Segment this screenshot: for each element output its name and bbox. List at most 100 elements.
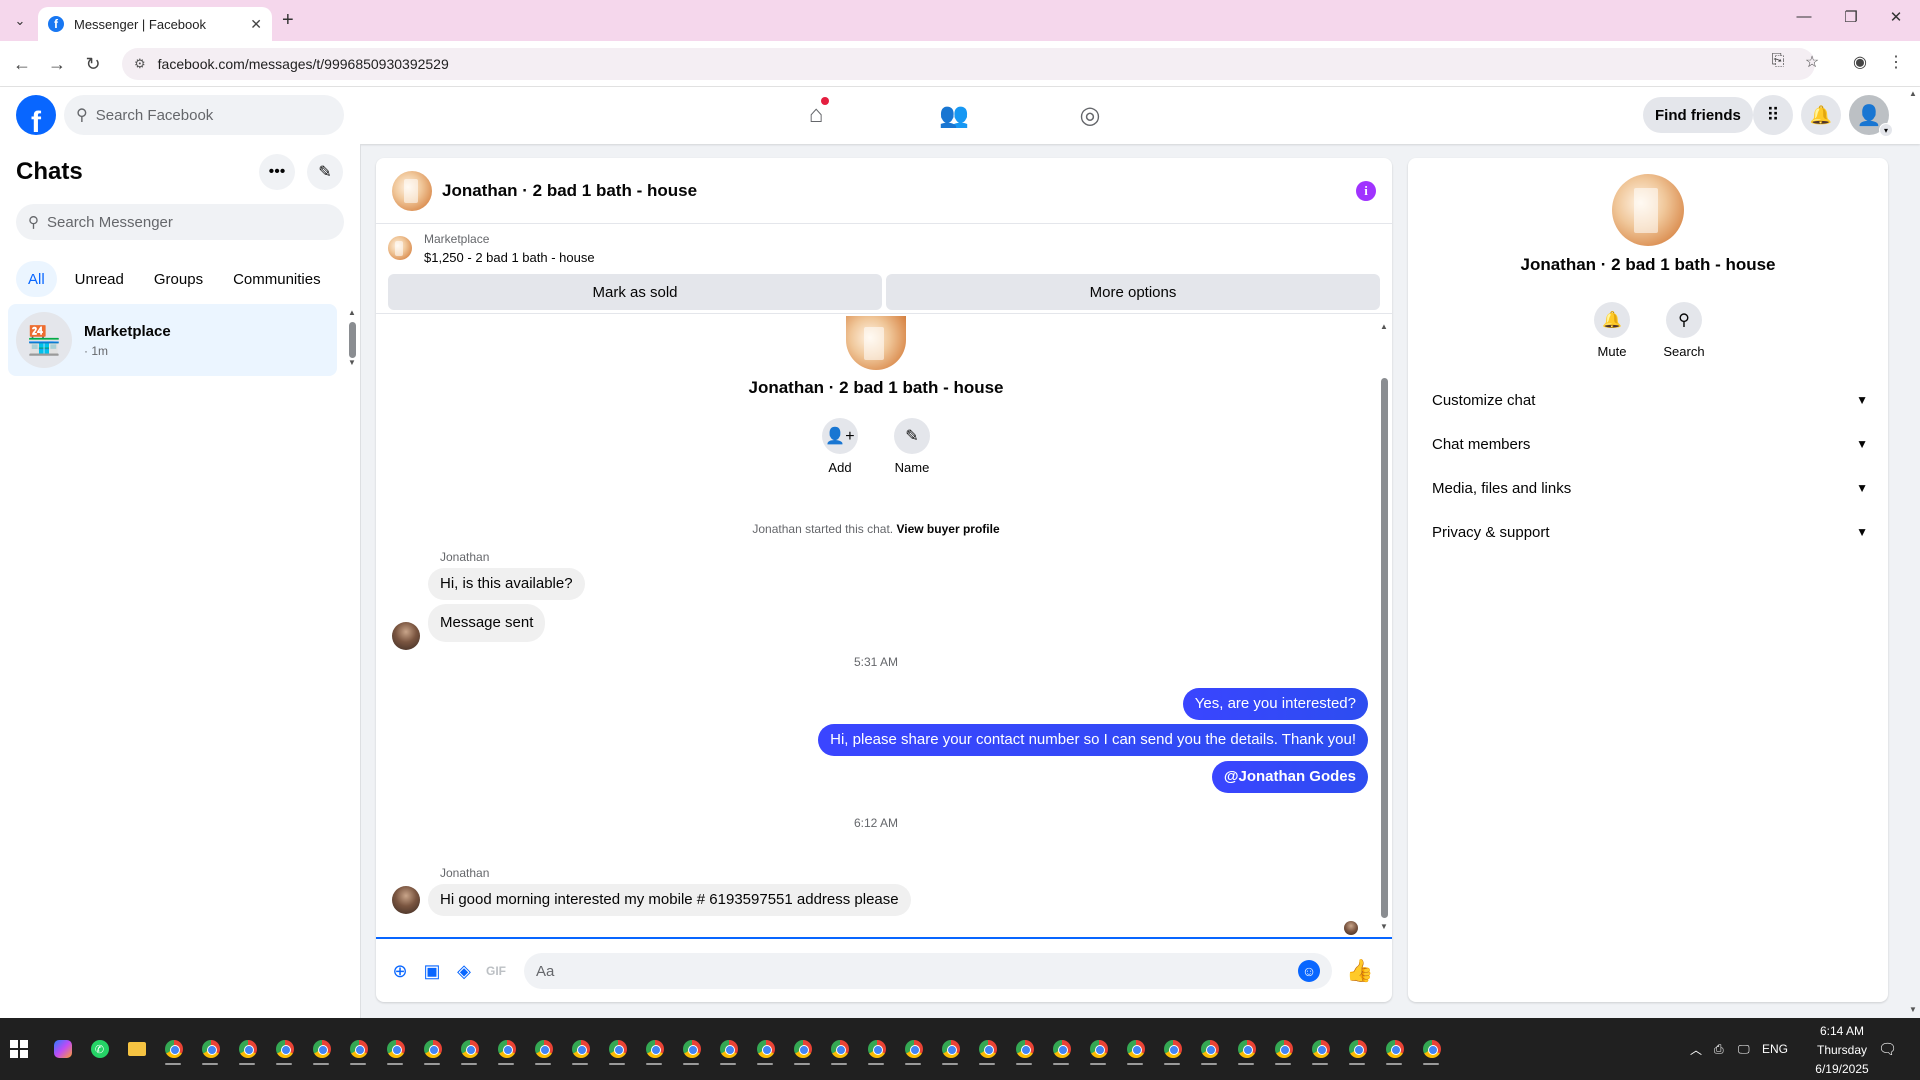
section-media-files-links[interactable]: Media, files and links ▼ [1416,466,1880,510]
chrome-icon[interactable] [451,1031,488,1067]
mute-button[interactable]: 🔔 Mute [1582,302,1642,359]
incoming-message[interactable]: Hi good morning interested my mobile # 6… [428,884,911,916]
outgoing-mention-message[interactable]: @Jonathan Godes [1211,761,1368,793]
facebook-search-input[interactable] [95,106,316,124]
page-scrollbar[interactable]: ▲ ▼ [1906,87,1920,1018]
nav-home[interactable]: ⌂ [760,91,872,139]
chrome-icon[interactable] [414,1031,451,1067]
chrome-icon[interactable] [1191,1031,1228,1067]
nav-groups[interactable]: ◎ [1034,91,1146,139]
facebook-logo-icon[interactable]: f [16,95,56,135]
chrome-icon[interactable] [1154,1031,1191,1067]
chrome-icon[interactable] [673,1031,710,1067]
chrome-icon[interactable] [303,1031,340,1067]
outgoing-message[interactable]: Yes, are you interested? [1182,688,1368,720]
account-avatar[interactable]: 👤 ▾ [1849,95,1893,137]
info-avatar[interactable] [1612,174,1684,246]
chrome-icon[interactable] [784,1031,821,1067]
outgoing-message[interactable]: Hi, please share your contact number so … [818,724,1368,756]
chrome-icon[interactable] [562,1031,599,1067]
chrome-icon[interactable] [821,1031,858,1067]
chrome-icon[interactable] [155,1031,192,1067]
back-icon[interactable]: ← [10,52,34,76]
browser-menu-icon[interactable]: ⋮ [1884,52,1908,72]
chrome-icon[interactable] [266,1031,303,1067]
network-icon[interactable]: 🖵 [1738,1018,1750,1080]
chrome-icon[interactable] [747,1031,784,1067]
listing-title[interactable]: $1,250 - 2 bad 1 bath - house [424,250,595,265]
profile-icon[interactable]: ◉ [1848,52,1872,72]
filter-communities[interactable]: Communities [221,261,333,297]
chrome-icon[interactable] [1413,1031,1450,1067]
chrome-icon[interactable] [1080,1031,1117,1067]
name-chat-button[interactable]: ✎ Name [882,418,942,475]
scroll-down-icon[interactable]: ▼ [1380,922,1388,931]
tab-search-chevron-icon[interactable]: ⌄ [8,10,32,32]
chrome-icon[interactable] [599,1031,636,1067]
chrome-icon[interactable] [1339,1031,1376,1067]
gif-icon[interactable]: GIF [480,955,512,987]
plus-icon[interactable]: ⊕ [384,955,416,987]
chrome-icon[interactable] [636,1031,673,1067]
thread-scrollbar[interactable]: ▲ ▼ [1378,322,1390,932]
windows-start-icon[interactable] [10,1040,28,1058]
sticker-icon[interactable]: ◈ [448,955,480,987]
more-options-button[interactable]: More options [886,274,1380,310]
conversation-avatar[interactable] [392,170,432,211]
restore-icon[interactable]: ❐ [1836,8,1866,26]
mark-as-sold-button[interactable]: Mark as sold [388,274,882,310]
message-input[interactable] [536,962,1298,980]
reload-icon[interactable]: ↻ [81,52,105,76]
new-message-icon[interactable]: ✎ [307,154,343,190]
scroll-down-icon[interactable]: ▼ [1909,1005,1917,1014]
section-privacy-support[interactable]: Privacy & support ▼ [1416,510,1880,554]
meet-now-icon[interactable]: ⎙ [1714,1018,1724,1080]
chrome-icon[interactable] [1117,1031,1154,1067]
filter-all[interactable]: All [16,261,57,297]
chrome-icon[interactable] [858,1031,895,1067]
chrome-icon[interactable] [525,1031,562,1067]
show-hidden-icons-icon[interactable]: ︿ [1690,1018,1702,1080]
messenger-search-input[interactable] [47,213,327,231]
thumbs-up-icon[interactable]: 👍 [1346,958,1373,984]
new-tab-icon[interactable]: + [282,10,294,30]
photo-icon[interactable]: ▣ [416,955,448,987]
browser-tab[interactable]: f Messenger | Facebook ✕ [38,7,272,41]
sender-avatar[interactable] [392,622,420,650]
window-close-icon[interactable]: ✕ [1881,8,1911,26]
nav-friends[interactable]: 👥 [898,91,1010,139]
view-buyer-profile-link[interactable]: View buyer profile [896,522,999,536]
file-explorer-icon[interactable] [118,1031,155,1067]
chrome-icon[interactable] [895,1031,932,1067]
info-icon[interactable]: i [1356,181,1376,201]
taskbar-clock[interactable]: 6:14 AM Thursday 6/19/2025 [1800,1022,1884,1079]
chat-options-icon[interactable]: ••• [259,154,295,190]
message-input-box[interactable]: ☺ [524,953,1332,989]
scroll-up-icon[interactable]: ▲ [348,308,356,317]
incoming-message[interactable]: Message sent [428,604,546,642]
chat-list-scrollbar[interactable]: ▲ ▼ [347,308,357,368]
sender-avatar[interactable] [392,886,420,914]
tab-close-icon[interactable]: ✕ [250,16,262,33]
chrome-icon[interactable] [192,1031,229,1067]
chrome-icon[interactable] [969,1031,1006,1067]
bookmark-star-icon[interactable]: ☆ [1800,52,1824,72]
find-friends-button[interactable]: Find friends [1643,97,1753,133]
site-info-icon[interactable]: ⚙ [134,56,146,72]
filter-unread[interactable]: Unread [63,261,136,297]
forward-icon[interactable]: → [45,52,69,76]
scroll-up-icon[interactable]: ▲ [1380,322,1388,331]
emoji-icon[interactable]: ☺ [1298,960,1320,982]
notifications-bell-icon[interactable]: 🔔 [1801,95,1841,135]
filter-groups[interactable]: Groups [142,261,215,297]
language-indicator[interactable]: ENG [1762,1018,1788,1080]
minimize-icon[interactable]: — [1789,8,1819,25]
whatsapp-icon[interactable]: ✆ [81,1031,118,1067]
chrome-icon[interactable] [932,1031,969,1067]
notification-center-icon[interactable]: 🗨 [1878,1040,1897,1058]
chrome-icon[interactable] [377,1031,414,1067]
facebook-search[interactable]: ⚲ [64,95,344,135]
search-in-chat-button[interactable]: ⚲ Search [1654,302,1714,359]
copilot-icon[interactable] [44,1031,81,1067]
incoming-message[interactable]: Hi, is this available? [428,568,585,600]
